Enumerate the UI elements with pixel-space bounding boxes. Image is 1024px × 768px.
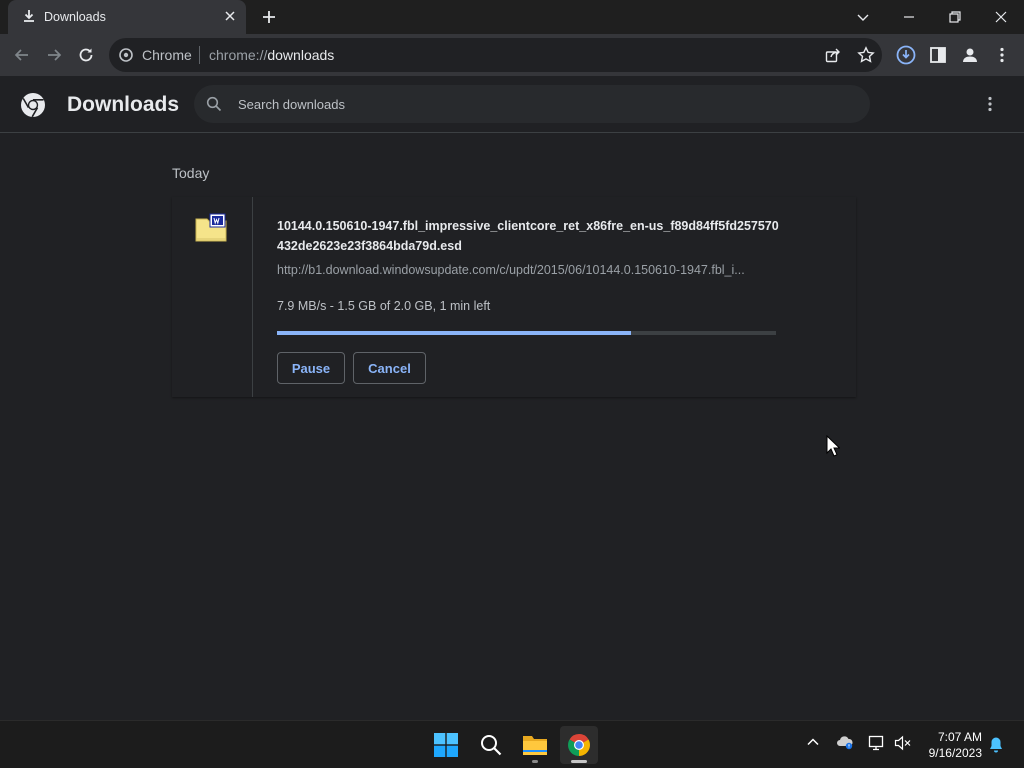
tab-title: Downloads: [44, 10, 106, 24]
volume-muted-icon[interactable]: [894, 735, 912, 751]
url-text[interactable]: chrome://downloads: [209, 47, 334, 63]
taskbar-search-button[interactable]: [472, 726, 510, 764]
file-explorer-icon: [522, 733, 548, 757]
download-icon: [22, 9, 36, 23]
chrome-icon: [567, 733, 591, 757]
tab-strip: Downloads: [0, 0, 1024, 34]
url-scheme: chrome://: [209, 47, 268, 63]
file-icon: [195, 213, 229, 243]
notification-bell-icon[interactable]: [988, 736, 1004, 754]
address-bar[interactable]: Chrome chrome://downloads: [109, 38, 882, 72]
taskbar-search-icon: [479, 733, 503, 757]
search-icon: [206, 96, 222, 112]
url-host: downloads: [267, 47, 335, 63]
download-progress-fill: [277, 331, 632, 335]
windows-logo-icon: [434, 733, 458, 757]
close-window-icon[interactable]: [990, 6, 1012, 28]
network-icon[interactable]: [868, 735, 886, 751]
show-hidden-icons-icon[interactable]: [806, 735, 820, 749]
file-name-link[interactable]: 10144.0.150610-1947.fbl_impressive_clien…: [277, 216, 782, 256]
running-indicator: [532, 760, 538, 763]
mouse-pointer-icon: [826, 435, 840, 457]
minimize-icon[interactable]: [898, 6, 920, 28]
cancel-button[interactable]: Cancel: [353, 352, 426, 384]
page-title: Downloads: [67, 93, 180, 116]
downloads-list: Today 10144.0.150610-1947.fbl_impressive…: [0, 134, 1024, 720]
back-icon[interactable]: [12, 45, 32, 65]
download-progress-bar: [277, 331, 776, 335]
clock-time: 7:07 AM: [937, 730, 982, 744]
site-name: Chrome: [142, 47, 192, 63]
more-actions-icon[interactable]: [980, 94, 1000, 114]
profile-icon[interactable]: [960, 45, 980, 65]
chrome-menu-icon[interactable]: [992, 45, 1012, 65]
chrome-logo-icon: [20, 92, 46, 118]
clock[interactable]: 7:07 AM 9/16/2023: [918, 729, 982, 761]
file-explorer-button[interactable]: [516, 726, 554, 764]
download-status: 7.9 MB/s - 1.5 GB of 2.0 GB, 1 min left: [277, 299, 491, 313]
search-input[interactable]: [238, 93, 838, 115]
omnibox-separator: [199, 46, 200, 64]
bookmark-star-icon[interactable]: [857, 46, 875, 64]
side-panel-icon[interactable]: [928, 45, 948, 65]
chrome-site-icon[interactable]: [119, 48, 133, 62]
active-indicator: [571, 760, 587, 763]
chrome-taskbar-button[interactable]: [560, 726, 598, 764]
date-header: Today: [172, 165, 210, 181]
pause-button[interactable]: Pause: [277, 352, 345, 384]
tab-downloads[interactable]: Downloads: [8, 0, 246, 34]
share-icon[interactable]: [825, 47, 841, 63]
downloads-progress-icon[interactable]: [896, 45, 916, 65]
windows-taskbar: 7:07 AM 9/16/2023: [0, 720, 1024, 768]
source-url[interactable]: http://b1.download.windowsupdate.com/c/u…: [277, 263, 777, 277]
tab-search-icon[interactable]: [852, 6, 874, 28]
onedrive-icon[interactable]: [836, 735, 854, 751]
close-tab-icon[interactable]: [224, 10, 236, 22]
card-divider: [252, 197, 253, 397]
start-button[interactable]: [427, 726, 465, 764]
restore-icon[interactable]: [944, 6, 966, 28]
clock-date: 9/16/2023: [928, 746, 982, 760]
download-item: 10144.0.150610-1947.fbl_impressive_clien…: [172, 197, 856, 397]
downloads-header: Downloads: [0, 76, 1024, 133]
new-tab-icon[interactable]: [260, 8, 278, 26]
search-downloads[interactable]: [194, 85, 870, 123]
reload-icon[interactable]: [76, 45, 96, 65]
forward-icon[interactable]: [44, 45, 64, 65]
